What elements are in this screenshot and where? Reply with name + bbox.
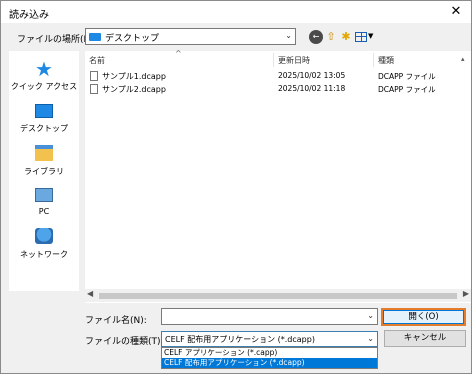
scroll-right-icon[interactable]: ▶ [463, 289, 469, 298]
close-button[interactable]: ✕ [447, 3, 465, 21]
place-pc[interactable]: PC [9, 185, 79, 216]
chevron-down-icon[interactable]: ⌄ [285, 31, 292, 40]
horizontal-scrollbar[interactable]: ◀ ▶ [85, 289, 471, 302]
filetype-selected: CELF 配布用アプリケーション (*.dcapp) [165, 335, 315, 344]
file-name: サンプル1.dcapp [102, 72, 166, 81]
file-type: DCAPP ファイル [378, 72, 436, 81]
desktop-folder-icon [89, 33, 101, 41]
file-modified: 2025/10/02 11:18 [278, 84, 346, 93]
view-menu-icon[interactable]: ▼ [355, 30, 375, 44]
place-label: ネットワーク [20, 250, 68, 259]
cancel-button[interactable]: キャンセル [384, 330, 466, 347]
place-label: クイック アクセス [10, 82, 78, 91]
new-folder-icon[interactable]: ✱ [339, 30, 353, 44]
network-icon [35, 228, 53, 244]
place-label: PC [38, 207, 50, 216]
scrollbar-thumb[interactable] [99, 293, 457, 299]
column-header-type[interactable]: 種類 [378, 55, 394, 66]
location-value: デスクトップ [105, 34, 160, 44]
filetype-option-selected[interactable]: CELF 配布用アプリケーション (*.dcapp) [162, 358, 377, 368]
column-header-modified[interactable]: 更新日時 [278, 55, 310, 66]
filetype-select[interactable]: CELF 配布用アプリケーション (*.dcapp) ⌄ [161, 331, 378, 347]
desktop-icon [35, 104, 53, 118]
quick-access-icon: ★ [35, 57, 53, 81]
file-icon [90, 84, 98, 94]
file-name: サンプル2.dcapp [102, 85, 166, 94]
file-type: DCAPP ファイル [378, 85, 436, 94]
file-modified: 2025/10/02 13:05 [278, 71, 346, 80]
filename-label: ファイル名(N): [85, 316, 147, 326]
filename-input[interactable]: ⌄ [161, 308, 378, 325]
file-list: 名前 ^ 更新日時 種類 ▴ サンプル1.dcapp 2025/10/02 13… [85, 49, 471, 303]
column-header-name[interactable]: 名前 [89, 55, 105, 66]
sort-ascending-icon: ^ [175, 49, 182, 58]
location-combobox[interactable]: デスクトップ ⌄ [85, 28, 296, 45]
file-icon [90, 71, 98, 81]
list-item[interactable]: サンプル2.dcapp 2025/10/02 11:18 DCAPP ファイル [85, 83, 471, 96]
filetype-label: ファイルの種類(T): [85, 337, 164, 347]
column-overflow-icon[interactable]: ▴ [461, 55, 465, 63]
back-icon[interactable]: ← [309, 30, 323, 44]
scroll-left-icon[interactable]: ◀ [87, 289, 93, 298]
location-label: ファイルの場所(I): [17, 35, 93, 45]
chevron-down-icon[interactable]: ⌄ [367, 334, 374, 343]
up-folder-icon[interactable]: ⇧ [324, 30, 338, 44]
place-quick-access[interactable]: ★ クイック アクセス [9, 59, 79, 92]
open-dialog: 読み込み ✕ ファイルの場所(I): デスクトップ ⌄ ← ⇧ ✱ ▼ ★ クイ… [0, 0, 472, 374]
library-icon [35, 145, 53, 161]
title-bar: 読み込み ✕ [1, 1, 471, 23]
places-bar: ★ クイック アクセス デスクトップ ライブラリ PC ネットワーク [9, 51, 79, 291]
place-library[interactable]: ライブラリ [9, 143, 79, 177]
open-button[interactable]: 開く(O) [381, 308, 466, 326]
place-label: ライブラリ [24, 167, 64, 176]
window-title: 読み込み [9, 10, 49, 21]
place-desktop[interactable]: デスクトップ [9, 101, 79, 134]
list-item[interactable]: サンプル1.dcapp 2025/10/02 13:05 DCAPP ファイル [85, 70, 471, 83]
filetype-dropdown-list: CELF アプリケーション (*.capp) CELF 配布用アプリケーション … [161, 347, 378, 369]
place-label: デスクトップ [20, 124, 68, 133]
place-network[interactable]: ネットワーク [9, 226, 79, 260]
filetype-option[interactable]: CELF アプリケーション (*.capp) [162, 348, 377, 358]
pc-icon [35, 188, 53, 202]
chevron-down-icon[interactable]: ⌄ [367, 311, 374, 320]
